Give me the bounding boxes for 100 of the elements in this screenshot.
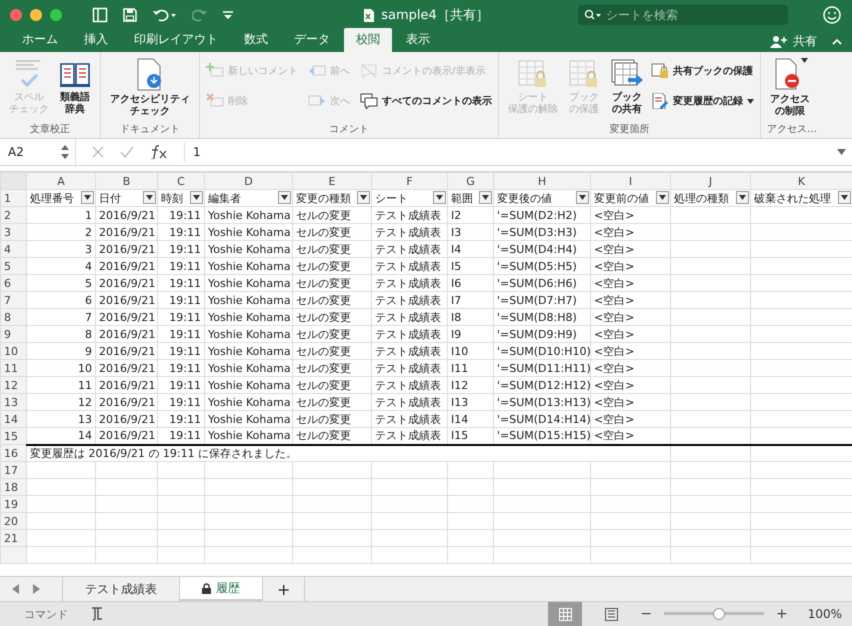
table-cell: Yoshie Kohama bbox=[208, 412, 291, 426]
filter-button[interactable] bbox=[190, 191, 203, 204]
undo-icon[interactable] bbox=[152, 7, 178, 23]
search-field[interactable]: シートを検索 bbox=[578, 5, 788, 25]
function-icon[interactable] bbox=[150, 145, 168, 159]
normal-view-button[interactable] bbox=[548, 602, 582, 626]
filter-button[interactable] bbox=[656, 191, 669, 204]
table-cell: 9 bbox=[85, 344, 92, 358]
search-icon bbox=[584, 9, 602, 21]
table-cell: I3 bbox=[451, 226, 462, 238]
filter-button[interactable] bbox=[576, 191, 589, 204]
row-header[interactable]: 11 bbox=[0, 360, 26, 376]
row-header[interactable]: 14 bbox=[0, 410, 26, 428]
previous-sheet-icon[interactable] bbox=[12, 584, 20, 594]
smiley-icon[interactable] bbox=[822, 5, 842, 25]
row-header[interactable]: 8 bbox=[0, 308, 26, 326]
table-cell: テスト成績表 bbox=[375, 412, 441, 426]
table-cell: 19:11 bbox=[169, 294, 201, 306]
filter-button[interactable] bbox=[838, 191, 851, 204]
ribbon-tab[interactable]: データ bbox=[282, 28, 342, 52]
table-cell: 2016/9/21 bbox=[99, 378, 156, 392]
ribbon-button[interactable]: アクセシビリティ チェック bbox=[107, 56, 193, 122]
row-header[interactable]: 17 bbox=[0, 462, 26, 478]
dropdown-icon bbox=[193, 195, 200, 200]
zoom-out-button[interactable]: − bbox=[640, 606, 652, 622]
share-button[interactable]: 共有 bbox=[793, 32, 817, 50]
table-cell: '=SUM(D2:H2) bbox=[497, 208, 577, 222]
customize-icon[interactable] bbox=[222, 9, 234, 21]
row-header[interactable]: 15 bbox=[0, 428, 26, 444]
column-header[interactable]: I bbox=[590, 172, 670, 190]
ribbon-button[interactable]: 共有ブックの保護 bbox=[651, 63, 754, 79]
table-cell: Yoshie Kohama bbox=[208, 242, 291, 256]
ribbon-tab[interactable]: 印刷レイアウト bbox=[122, 28, 230, 52]
group-label: 文章校正 bbox=[29, 122, 71, 137]
filter-button[interactable] bbox=[479, 191, 492, 204]
row-header[interactable]: 3 bbox=[0, 224, 26, 240]
row-header[interactable]: 13 bbox=[0, 394, 26, 410]
formula-field[interactable]: 1 bbox=[184, 142, 821, 162]
ribbon-tab[interactable]: 挿入 bbox=[72, 28, 120, 52]
zoom-button[interactable] bbox=[50, 9, 62, 21]
ribbon-button[interactable]: アクセス の制限 bbox=[767, 56, 813, 122]
row-header[interactable]: 2 bbox=[0, 206, 26, 224]
filter-button[interactable] bbox=[433, 191, 446, 204]
ribbon-tab[interactable]: ホーム bbox=[10, 28, 70, 52]
row-header[interactable]: 4 bbox=[0, 240, 26, 258]
column-header[interactable]: J bbox=[670, 172, 750, 190]
column-header[interactable]: E bbox=[292, 172, 372, 190]
filter-button[interactable] bbox=[278, 191, 291, 204]
column-header[interactable]: C bbox=[158, 172, 204, 190]
column-header[interactable]: B bbox=[96, 172, 158, 190]
row-header[interactable]: 21 bbox=[0, 530, 26, 546]
column-header[interactable]: G bbox=[448, 172, 494, 190]
row-header[interactable]: 5 bbox=[0, 258, 26, 274]
row-header[interactable]: 10 bbox=[0, 342, 26, 360]
row-header[interactable]: 18 bbox=[0, 478, 26, 496]
table-cell: 12 bbox=[78, 396, 92, 408]
filter-button[interactable] bbox=[143, 191, 156, 204]
table-cell: 時刻 bbox=[161, 192, 183, 204]
row-header[interactable]: 19 bbox=[0, 496, 26, 512]
ribbon-tab[interactable]: 数式 bbox=[232, 28, 280, 52]
dropdown-icon bbox=[281, 195, 288, 200]
row-header[interactable]: 7 bbox=[0, 292, 26, 308]
table-cell: セルの変更 bbox=[296, 412, 351, 426]
column-header[interactable]: A bbox=[26, 172, 96, 190]
column-header[interactable]: F bbox=[372, 172, 448, 190]
name-box[interactable]: A2 bbox=[0, 139, 76, 165]
minimize-button[interactable] bbox=[30, 9, 42, 21]
ribbon-button[interactable]: すべてのコメントの表示 bbox=[360, 93, 492, 109]
collapse-icon[interactable] bbox=[832, 38, 842, 44]
next-sheet-icon[interactable] bbox=[32, 584, 40, 594]
check-icon[interactable] bbox=[120, 146, 134, 158]
table-cell: 19:11 bbox=[169, 344, 201, 358]
ribbon-button[interactable]: 類義語 辞典 bbox=[56, 56, 94, 122]
save-icon[interactable] bbox=[122, 7, 138, 23]
column-header[interactable]: H bbox=[494, 172, 590, 190]
button-label: コメントの表示/非表示 bbox=[382, 64, 486, 78]
column-header[interactable]: D bbox=[204, 172, 292, 190]
row-header[interactable]: 6 bbox=[0, 274, 26, 292]
row-header[interactable]: 20 bbox=[0, 512, 26, 530]
ribbon-tab[interactable]: 表示 bbox=[394, 28, 442, 52]
button-label: の保護 bbox=[569, 104, 599, 116]
sheet-tab[interactable]: 履歴 bbox=[179, 577, 262, 601]
filter-button[interactable] bbox=[81, 191, 94, 204]
add-comment-icon bbox=[206, 63, 224, 79]
filter-button[interactable] bbox=[357, 191, 370, 204]
sidebar-icon[interactable] bbox=[92, 7, 108, 23]
ribbon-button[interactable]: ブック の共有 bbox=[607, 56, 647, 122]
row-header[interactable]: 12 bbox=[0, 376, 26, 394]
macro-icon[interactable] bbox=[90, 607, 104, 621]
row-header[interactable]: 16 bbox=[0, 444, 26, 462]
zoom-in-button[interactable]: + bbox=[776, 606, 788, 622]
table-cell: テスト成績表 bbox=[375, 242, 441, 256]
column-header[interactable]: K bbox=[750, 172, 852, 190]
expand-icon[interactable] bbox=[837, 149, 846, 155]
ribbon-button[interactable]: 変更履歴の記録 bbox=[651, 93, 754, 109]
dropdown-icon bbox=[841, 195, 848, 200]
filter-button[interactable] bbox=[736, 191, 749, 204]
ribbon-tab[interactable]: 校閲 bbox=[344, 28, 392, 52]
row-header[interactable]: 1 bbox=[0, 190, 26, 206]
row-header[interactable]: 9 bbox=[0, 326, 26, 342]
